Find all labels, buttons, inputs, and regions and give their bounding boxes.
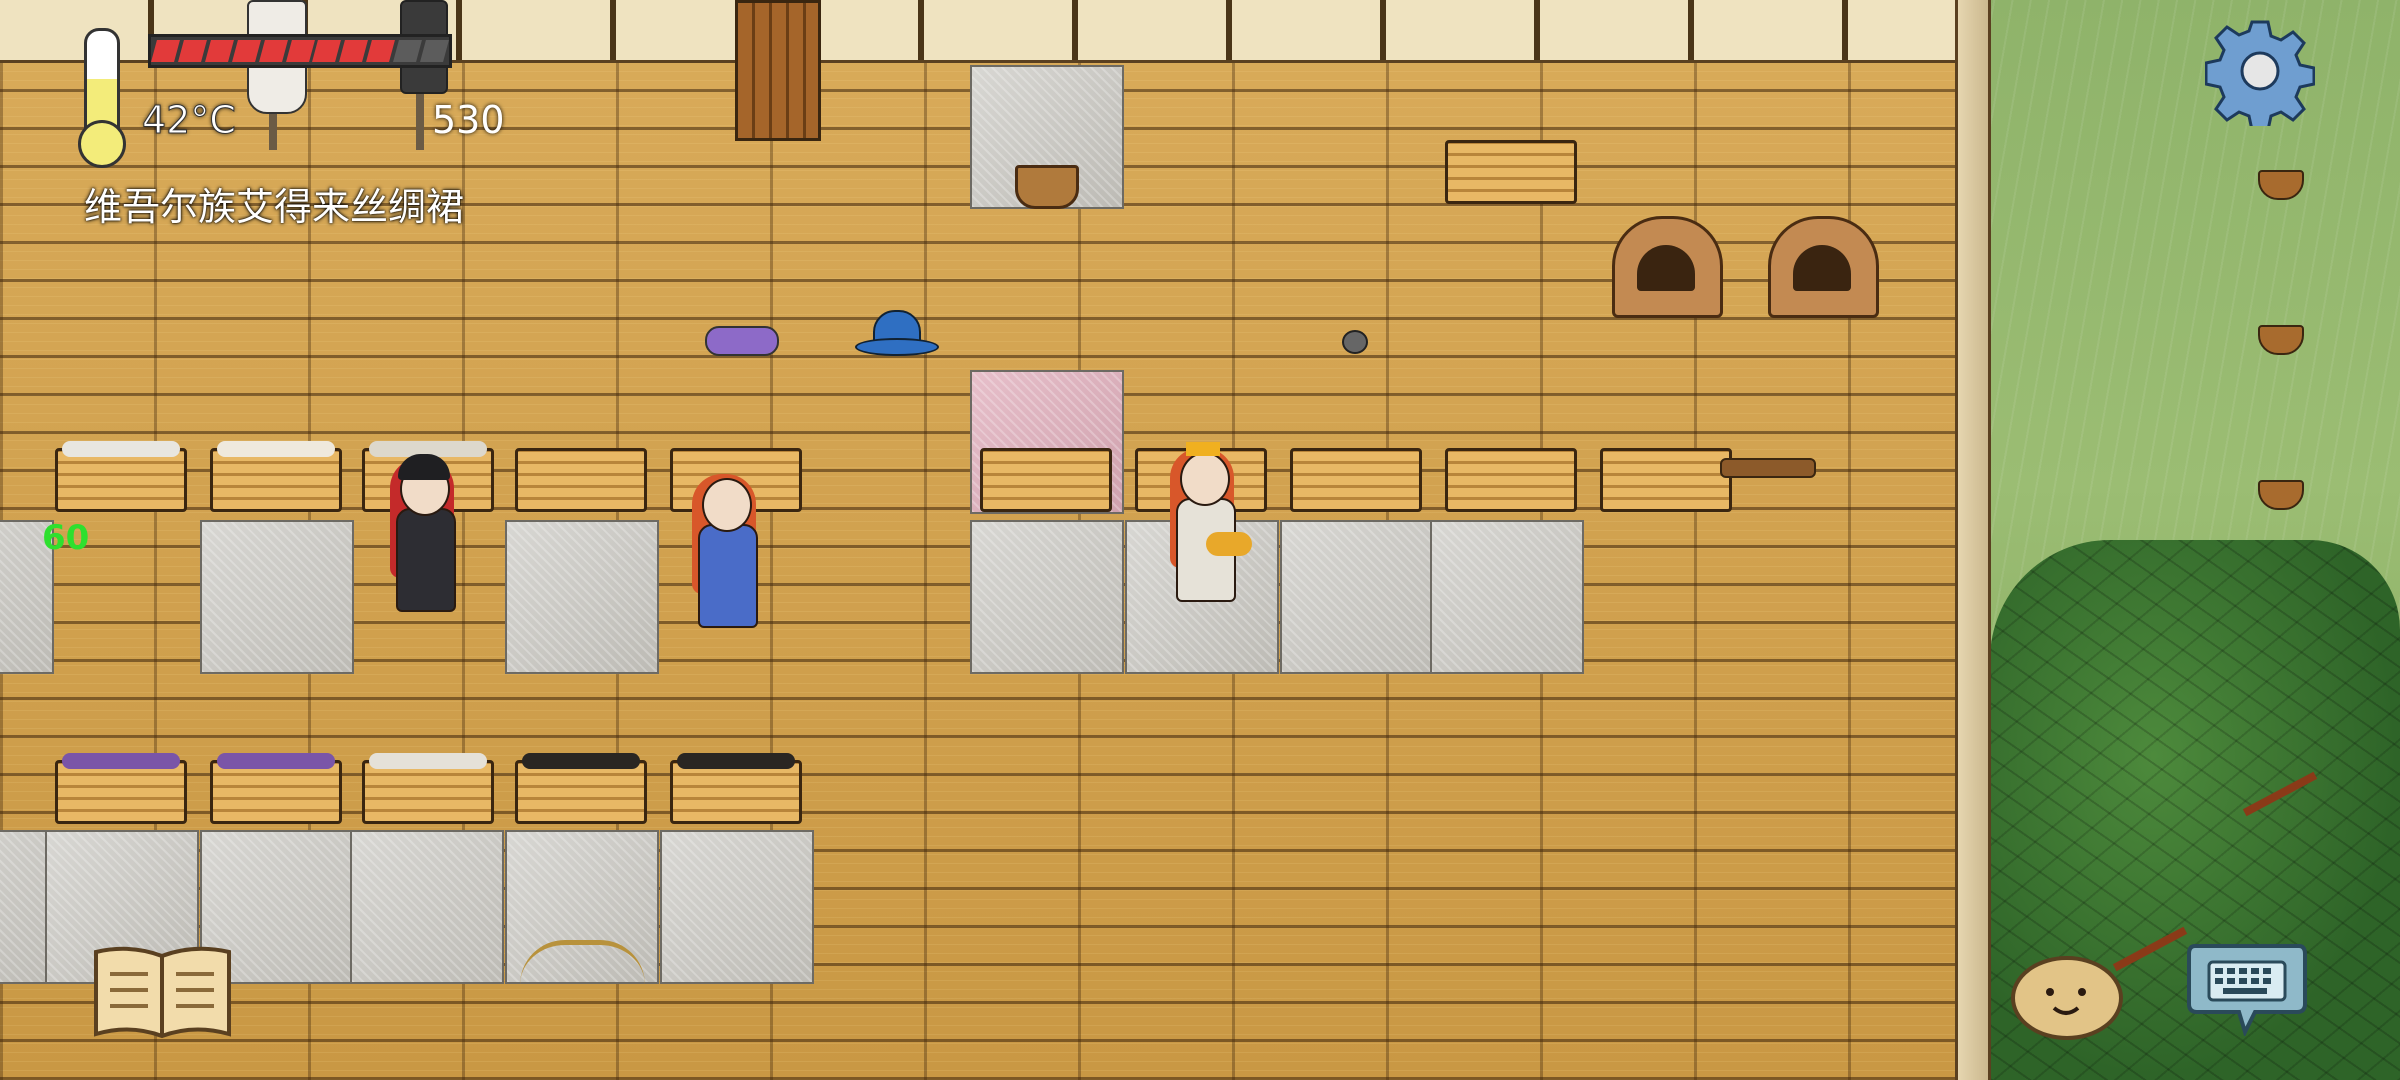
wooden-box[interactable] xyxy=(1600,448,1732,512)
right-wall xyxy=(1955,0,1991,1080)
food-pip xyxy=(204,40,234,62)
food-pip xyxy=(393,40,423,62)
wooden-box[interactable] xyxy=(670,753,802,824)
food-pip xyxy=(151,40,180,62)
stone-tile xyxy=(1280,520,1434,674)
recipe-book-button[interactable] xyxy=(90,942,235,1042)
food-pip xyxy=(366,40,396,62)
wooden-box[interactable] xyxy=(980,448,1112,512)
food-pip xyxy=(285,40,315,62)
wooden-box[interactable] xyxy=(55,753,187,824)
food-pip xyxy=(339,40,369,62)
food-pip xyxy=(258,40,288,62)
adobe-oven[interactable] xyxy=(1768,216,1879,318)
wooden-box[interactable] xyxy=(1290,448,1422,512)
wooden-box[interactable] xyxy=(210,753,342,824)
wooden-box[interactable] xyxy=(362,753,494,824)
emote-button[interactable] xyxy=(2010,948,2124,1040)
gear-icon xyxy=(2204,20,2316,132)
food-pip xyxy=(177,40,207,62)
temperature-readout: 42°C xyxy=(142,98,237,143)
mannequin[interactable] xyxy=(245,0,307,160)
stone-tile xyxy=(505,520,659,674)
thermometer-bulb xyxy=(78,120,126,168)
stone-tile xyxy=(200,520,354,674)
stone-tile xyxy=(1430,520,1584,674)
wooden-box[interactable] xyxy=(210,441,342,512)
player-character-blue-dress[interactable] xyxy=(680,474,770,638)
wooden-box[interactable] xyxy=(515,448,647,512)
game-world[interactable] xyxy=(0,0,2400,1080)
player-character-black-hat[interactable] xyxy=(378,454,468,622)
wooden-box[interactable] xyxy=(515,753,647,824)
stone-tile xyxy=(970,520,1124,674)
adobe-oven[interactable] xyxy=(1612,216,1723,318)
food-meter xyxy=(148,34,452,68)
basket-item[interactable] xyxy=(1015,165,1079,209)
emote-face-icon xyxy=(2011,956,2123,1040)
chat-keyboard-button[interactable] xyxy=(2185,940,2309,1038)
keyboard-icon xyxy=(2187,944,2307,1038)
stone-item[interactable] xyxy=(1342,330,1368,354)
selected-item-name: 维吾尔族艾得来丝绸裙 xyxy=(84,185,465,229)
stone-tile xyxy=(660,830,814,984)
food-pip xyxy=(312,40,342,62)
stone-tile xyxy=(350,830,504,984)
settings-button[interactable] xyxy=(2204,16,2316,132)
book-icon xyxy=(94,946,231,1039)
wooden-box[interactable] xyxy=(55,441,187,512)
purple-cloth-item[interactable] xyxy=(705,326,779,356)
wooden-box[interactable] xyxy=(1445,140,1577,204)
blue-hat-item[interactable] xyxy=(855,310,939,356)
wooden-box[interactable] xyxy=(1445,448,1577,512)
fps-counter: 60 xyxy=(42,518,90,558)
food-pip xyxy=(231,40,261,62)
player-character-crown[interactable] xyxy=(1158,442,1252,612)
score-counter: 530 xyxy=(432,98,505,142)
wooden-log-item[interactable] xyxy=(1720,458,1816,478)
wooden-door[interactable] xyxy=(735,0,821,141)
food-pip xyxy=(420,40,449,62)
